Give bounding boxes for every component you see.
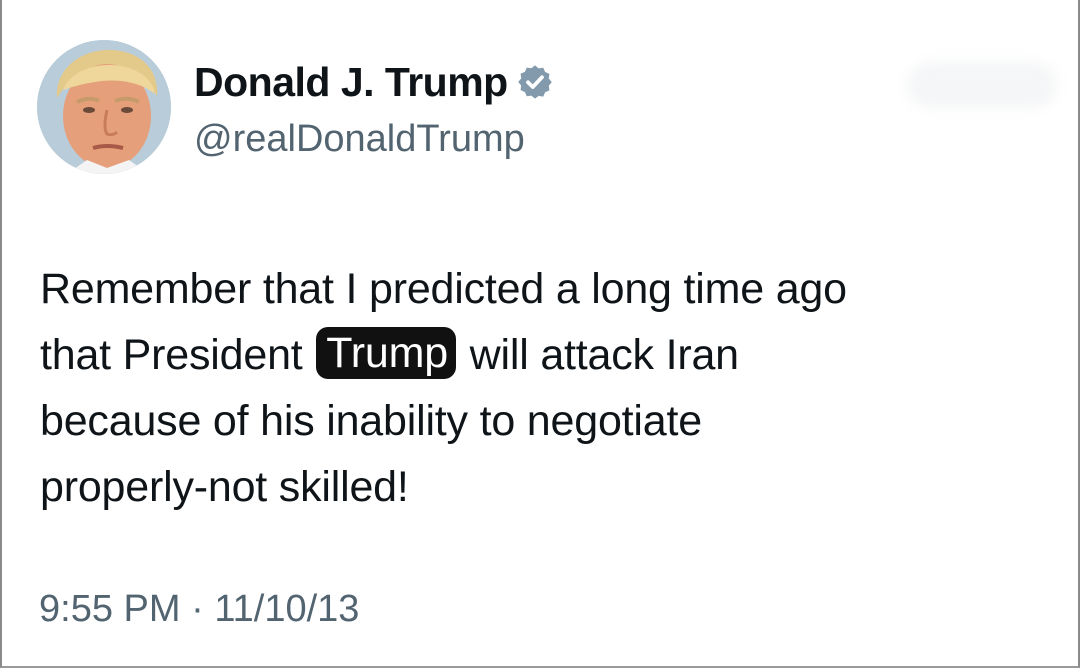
- timestamp-separator: ·: [180, 588, 215, 630]
- author-block: Donald J. Trump @realDonaldTrump: [194, 56, 554, 161]
- display-name[interactable]: Donald J. Trump: [194, 59, 508, 106]
- tweet-timestamp[interactable]: 9:55 PM · 11/10/13: [39, 588, 359, 631]
- tweet-line-2-end: will attack Iran: [457, 331, 739, 379]
- tweet-line-2-start: that President: [40, 331, 315, 379]
- avatar[interactable]: [37, 40, 171, 174]
- tweet-card: Donald J. Trump @realDonaldTrump Remembe…: [0, 0, 1080, 668]
- tweet-line-2: that President Trump will attack Iran: [40, 322, 1050, 388]
- tweet-line-1: Remember that I predicted a long time ag…: [40, 265, 847, 313]
- tweet-time: 9:55 PM: [39, 588, 181, 630]
- avatar-photo-icon: [37, 40, 171, 174]
- user-handle[interactable]: @realDonaldTrump: [194, 118, 554, 161]
- tweet-text: Remember that I predicted a long time ag…: [40, 256, 1050, 520]
- highlighted-word: Trump: [316, 327, 456, 379]
- name-row: Donald J. Trump: [194, 56, 554, 108]
- tweet-line-3: because of his inability to negotiate: [40, 397, 702, 445]
- verified-badge-icon: [516, 63, 554, 101]
- tweet-line-4: properly-not skilled!: [40, 463, 409, 511]
- blurred-follow-area: [907, 62, 1057, 108]
- tweet-date: 11/10/13: [214, 588, 360, 630]
